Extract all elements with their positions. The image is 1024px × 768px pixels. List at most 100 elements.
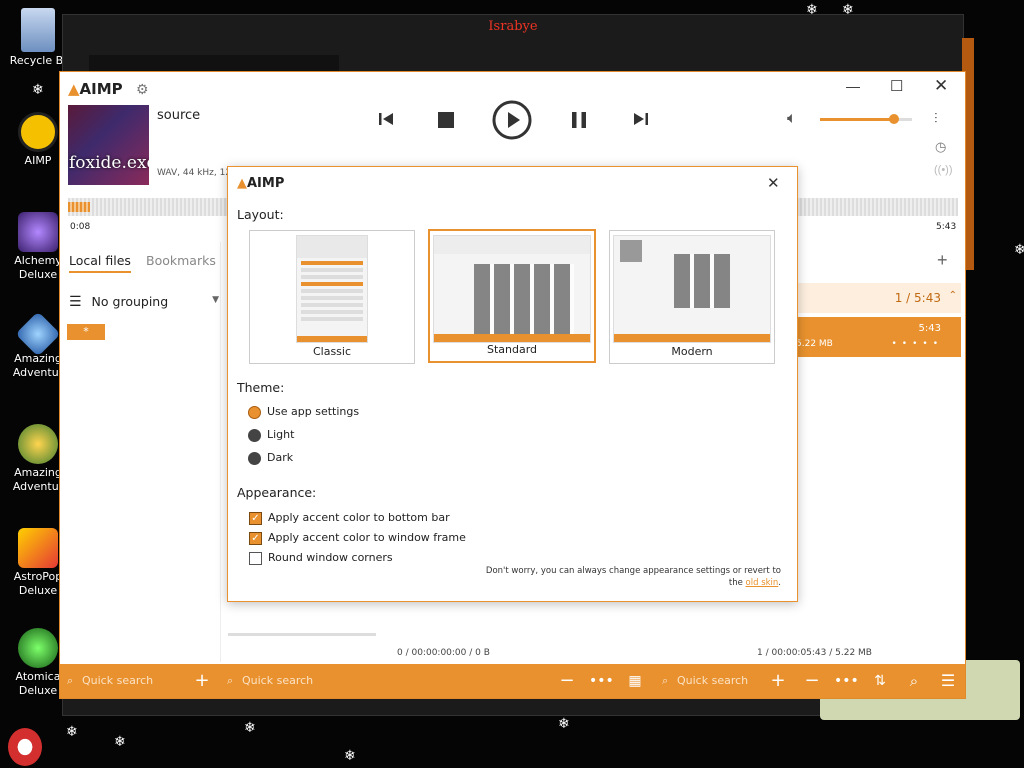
left-panel-scrollbar[interactable] — [228, 633, 376, 636]
layout-card-standard[interactable]: Standard — [428, 229, 596, 363]
dialog-close-button[interactable]: ✕ — [767, 174, 780, 192]
left-status-info: 0 / 00:00:00:00 / 0 B — [397, 648, 490, 658]
search-button[interactable]: ⌕ — [902, 664, 926, 698]
minimize-icon: — — [846, 78, 860, 94]
stop-button[interactable] — [437, 112, 455, 130]
minus-icon: − — [804, 670, 820, 691]
playlist-row-size: 5.22 MB — [796, 339, 833, 349]
stop-icon — [438, 112, 454, 128]
add-button-right[interactable]: + — [766, 664, 790, 698]
rating-stars[interactable]: ••••• — [891, 339, 943, 349]
theme-option-dark[interactable]: Dark — [248, 449, 293, 467]
volume-slider[interactable] — [820, 114, 912, 124]
layout-caption-standard: Standard — [486, 343, 538, 356]
grouping-label: No grouping — [91, 294, 169, 309]
volume-slider-thumb[interactable] — [888, 114, 899, 124]
santa-icon[interactable] — [8, 728, 42, 766]
settings-gear-button[interactable]: ⚙ — [136, 81, 149, 98]
more-icon: ••• — [834, 673, 859, 689]
classic-layout-preview — [296, 235, 368, 343]
aimp-logo-a-icon: ▲ — [237, 176, 247, 191]
maximize-icon: ☐ — [890, 78, 904, 95]
grid-view-button[interactable]: ▦ — [623, 664, 647, 698]
dialog-logo: ▲AIMP — [237, 176, 284, 191]
play-button[interactable] — [492, 100, 532, 140]
grouping-dropdown[interactable]: ☰ No grouping ▼ — [69, 294, 219, 310]
layout-caption-classic: Classic — [312, 345, 352, 358]
remove-button-right[interactable]: − — [800, 664, 824, 698]
waveform-played — [68, 202, 90, 212]
playlist-row-selected[interactable]: 5:43 5.22 MB ••••• — [790, 317, 961, 357]
track-title: source — [157, 108, 201, 123]
snowflake-icon: ❄ — [1014, 242, 1024, 258]
volume-slider-fill — [820, 118, 894, 121]
checkbox-accent-bottom-bar[interactable]: ✓ Apply accent color to bottom bar — [249, 510, 450, 526]
desktop-icon-label: Amazing Adventur — [12, 352, 64, 379]
minimize-button[interactable]: — — [846, 78, 860, 94]
tab-local-files[interactable]: Local files — [69, 253, 131, 273]
layout-card-classic[interactable]: Classic — [249, 230, 415, 364]
more-button-right[interactable]: ••• — [834, 664, 859, 698]
snowflake-icon: ❄ — [344, 748, 356, 764]
equalizer-icon: ⫶ — [934, 110, 938, 126]
theme-option-app-settings[interactable]: Use app settings — [248, 403, 359, 421]
checkbox-label: Apply accent color to window frame — [268, 531, 466, 544]
theme-option-label: Use app settings — [267, 405, 360, 418]
close-icon: ✕ — [767, 175, 780, 192]
quick-search-input-right[interactable]: Quick search — [677, 664, 767, 698]
radio-button[interactable]: ((•)) — [934, 164, 953, 176]
old-skin-link[interactable]: old skin — [746, 578, 779, 588]
layout-heading: Layout: — [237, 207, 284, 222]
collapse-icon: ⌃ — [948, 290, 957, 301]
footnote-end: . — [778, 578, 781, 588]
radio-icon — [248, 428, 261, 442]
snowflake-icon: ❄ — [66, 724, 78, 740]
scheduler-button[interactable]: ◷ — [935, 139, 946, 155]
more-button-middle[interactable]: ••• — [589, 664, 614, 698]
quick-search-input-middle[interactable]: Quick search — [242, 664, 442, 698]
theme-heading: Theme: — [237, 380, 285, 395]
radio-icon — [248, 451, 261, 465]
minus-icon: − — [559, 670, 575, 691]
gear-icon: ⚙ — [136, 81, 149, 97]
quick-search-input-left[interactable]: Quick search — [82, 664, 192, 698]
background-window-toolbar — [89, 55, 339, 71]
equalizer-button[interactable]: ⫶ — [934, 110, 938, 127]
add-playlist-button[interactable]: + — [937, 250, 948, 271]
layout-card-modern[interactable]: Modern — [609, 230, 775, 364]
standard-layout-preview — [433, 235, 591, 343]
maximize-button[interactable]: ☐ — [890, 77, 903, 95]
pause-button[interactable] — [570, 112, 588, 130]
checkbox-round-corners[interactable]: Round window corners — [249, 550, 393, 566]
snowflake-icon: ❄ — [32, 82, 44, 98]
speaker-icon: 🔈︎ — [787, 110, 797, 127]
previous-button[interactable] — [376, 110, 396, 130]
panel-divider[interactable] — [220, 242, 221, 662]
wizard-icon — [18, 212, 58, 252]
appearance-heading: Appearance: — [237, 485, 317, 500]
skip-previous-icon — [379, 113, 393, 125]
snowflake-icon: ❄ — [114, 734, 126, 750]
checkbox-accent-window-frame[interactable]: ✓ Apply accent color to window frame — [249, 530, 466, 546]
checkmark-icon: ✓ — [249, 511, 262, 525]
close-button[interactable]: ✕ — [934, 76, 948, 96]
volume-button[interactable]: 🔈︎ — [787, 110, 797, 128]
theme-option-light[interactable]: Light — [248, 426, 294, 444]
footnote-text: Don't worry, you can always change appea… — [485, 566, 781, 576]
tab-bookmarks[interactable]: Bookmarks — [146, 253, 216, 268]
search-icon: ⌕ — [662, 674, 669, 687]
remove-button-middle[interactable]: − — [555, 664, 579, 698]
grid-icon: ▦ — [628, 673, 642, 689]
pause-icon — [572, 112, 586, 128]
desktop-icon-label: Amazing Adventur — [12, 466, 64, 493]
play-icon — [492, 100, 532, 140]
background-window-title: Israbye — [488, 19, 538, 34]
menu-button[interactable]: ☰ — [936, 664, 960, 698]
astropop-icon — [18, 528, 58, 568]
sort-button[interactable]: ⇅ — [868, 664, 892, 698]
add-button-left[interactable]: + — [190, 664, 214, 698]
chevron-down-icon: ▼ — [212, 295, 219, 305]
next-button[interactable] — [631, 110, 651, 130]
time-total: 5:43 — [936, 222, 957, 232]
filter-chip[interactable]: * — [67, 324, 105, 340]
